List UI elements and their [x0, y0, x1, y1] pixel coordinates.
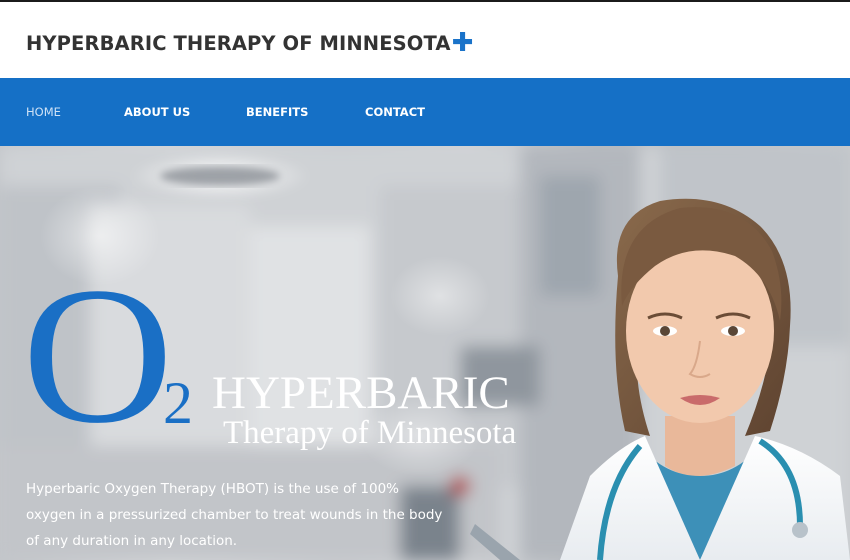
logo-subtitle: Therapy of Minnesota: [223, 415, 517, 451]
hero-description: Hyperbaric Oxygen Therapy (HBOT) is the …: [26, 481, 443, 549]
nav-item-about-us[interactable]: ABOUT US: [124, 78, 190, 146]
logo-subscript-2: 2: [163, 370, 193, 436]
nav-item-contact[interactable]: CONTACT: [365, 78, 425, 146]
logo-title: HYPERBARIC: [212, 367, 510, 419]
nav-item-benefits[interactable]: BENEFITS: [246, 78, 308, 146]
main-nav: HOME ABOUT US BENEFITS CONTACT: [0, 78, 850, 146]
site-title[interactable]: HYPERBARIC THERAPY OF MINNESOTA✚: [26, 27, 474, 58]
hero-banner: O 2 HYPERBARIC Therapy of Minnesota Hype…: [0, 146, 850, 560]
site-title-text: HYPERBARIC THERAPY OF MINNESOTA: [26, 32, 451, 55]
plus-icon: ✚: [451, 28, 474, 58]
site-header: HYPERBARIC THERAPY OF MINNESOTA✚: [0, 2, 850, 78]
logo-o-letter: O: [22, 247, 174, 464]
nav-item-home[interactable]: HOME: [26, 78, 61, 146]
